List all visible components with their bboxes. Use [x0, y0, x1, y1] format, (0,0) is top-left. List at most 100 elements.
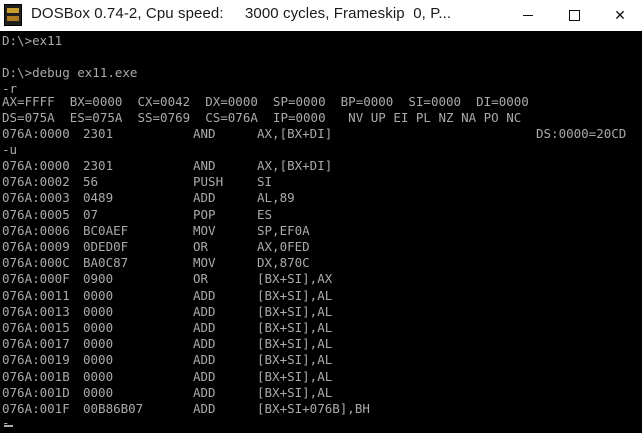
instr-bytes: BC0AEF [83, 222, 129, 238]
instr-address: 076A:0006 [2, 222, 70, 238]
instr-mnemonic: ADD [193, 336, 216, 352]
disasm-row: 076A:000C BA0C87 MOV DX,870C [2, 255, 638, 271]
title-bar: DOSBox 0.74-2, Cpu speed: 3000 cycles, F… [0, 0, 642, 32]
instr-mnemonic: MOV [193, 255, 216, 271]
instr-bytes: 00B86B07 [83, 401, 144, 416]
register-line: DS=075A ES=075A SS=0769 CS=076A IP=0000 … [2, 110, 522, 125]
instr-mnemonic: ADD [193, 190, 216, 206]
instr-mnemonic: MOV [193, 222, 216, 238]
instr-bytes: 0900 [83, 271, 114, 287]
instr-operands: AX,[BX+DI] [257, 126, 333, 141]
instr-bytes: 0000 [83, 352, 114, 368]
instr-address: 076A:0017 [2, 336, 70, 352]
final-prompt: - [2, 415, 10, 430]
instr-mnemonic: ADD [193, 368, 216, 384]
instr-mnemonic: ADD [193, 303, 216, 319]
instr-operands: [BX+SI],AL [257, 368, 333, 384]
instr-address: 076A:0013 [2, 303, 70, 319]
instr-operands: AL,89 [257, 190, 295, 206]
minimize-icon [523, 15, 533, 16]
instr-mnemonic: ADD [193, 352, 216, 368]
disasm-row: 076A:0006 BC0AEF MOV SP,EF0A [2, 223, 638, 239]
instr-bytes: 0000 [83, 287, 114, 303]
minimize-button[interactable] [506, 0, 550, 31]
instr-address: 076A:0015 [2, 320, 70, 335]
instr-address: 076A:000C [2, 255, 70, 271]
instr-operands: AX,0FED [257, 239, 310, 254]
instr-bytes: 0489 [83, 190, 114, 206]
instr-address: 076A:001D [2, 384, 70, 400]
instr-bytes: 0000 [83, 320, 114, 335]
instr-operands: [BX+SI+076B],BH [257, 401, 370, 416]
instr-operands: SI [257, 174, 273, 190]
close-icon: ✕ [614, 7, 626, 24]
instr-bytes: BA0C87 [83, 255, 129, 271]
close-button[interactable]: ✕ [598, 0, 642, 31]
console-line: -u [2, 142, 18, 157]
instr-operands: [BX+SI],AX [257, 271, 333, 287]
instr-bytes: 2301 [83, 126, 114, 141]
disasm-row: 076A:0005 07 POP ES [2, 207, 638, 223]
disasm-row: 076A:001F 00B86B07 ADD [BX+SI+076B],BH [2, 401, 638, 417]
instr-bytes: 0000 [83, 303, 114, 319]
text-cursor [4, 425, 13, 427]
instr-operands: [BX+SI],AL [257, 352, 333, 368]
disasm-row: 076A:001B 0000 ADD [BX+SI],AL [2, 369, 638, 385]
instr-bytes: 0000 [83, 384, 114, 400]
instr-operands: [BX+SI],AL [257, 320, 333, 335]
disasm-row: 076A:001D 0000 ADD [BX+SI],AL [2, 385, 638, 401]
disasm-row: 076A:0013 0000 ADD [BX+SI],AL [2, 304, 638, 320]
instr-mnemonic: AND [193, 126, 216, 141]
instr-bytes: 0DED0F [83, 239, 129, 254]
console-line: D:\>ex11 [2, 33, 63, 48]
instr-bytes: 07 [83, 206, 99, 222]
instr-address: 076A:001B [2, 368, 70, 384]
instr-operands: DX,870C [257, 255, 310, 271]
instr-mnemonic: OR [193, 239, 209, 254]
instr-address: 076A:0000 [2, 126, 70, 141]
instr-operands: [BX+SI],AL [257, 384, 333, 400]
maximize-button[interactable] [552, 0, 596, 31]
instr-operands: [BX+SI],AL [257, 303, 333, 319]
instr-operands: [BX+SI],AL [257, 336, 333, 352]
instr-mnemonic: ADD [193, 401, 216, 416]
instr-address: 076A:0000 [2, 158, 70, 173]
instr-mnemonic: ADD [193, 287, 216, 303]
instr-address: 076A:0019 [2, 352, 70, 368]
instr-address: 076A:0003 [2, 190, 70, 206]
instr-bytes: 0000 [83, 336, 114, 352]
icon-stripe-top [7, 8, 19, 13]
dosbox-icon[interactable] [4, 4, 22, 26]
disasm-row: 076A:0009 0DED0F OR AX,0FED [2, 239, 638, 255]
register-line: AX=FFFF BX=0000 CX=0042 DX=0000 SP=0000 … [2, 94, 529, 109]
disasm-row: 076A:0019 0000 ADD [BX+SI],AL [2, 352, 638, 368]
maximize-icon [568, 10, 580, 21]
instr-address: 076A:0002 [2, 174, 70, 190]
disasm-row: 076A:0011 0000 ADD [BX+SI],AL [2, 288, 638, 304]
memory-note: DS:0000=20CD [536, 126, 627, 141]
disasm-row: 076A:0000 2301 AND AX,[BX+DI] [2, 158, 638, 174]
instr-bytes: 2301 [83, 158, 114, 173]
disasm-row: 076A:0015 0000 ADD [BX+SI],AL [2, 320, 638, 336]
instr-mnemonic: PUSH [193, 174, 224, 190]
instr-operands: AX,[BX+DI] [257, 158, 333, 173]
disasm-row: 076A:000F 0900 OR [BX+SI],AX [2, 271, 638, 287]
instr-mnemonic: AND [193, 158, 216, 173]
window-title: DOSBox 0.74-2, Cpu speed: 3000 cycles, F… [31, 5, 452, 22]
instr-bytes: 56 [83, 174, 99, 190]
disasm-row: 076A:0017 0000 ADD [BX+SI],AL [2, 336, 638, 352]
instr-mnemonic: POP [193, 206, 216, 222]
instr-bytes: 0000 [83, 368, 114, 384]
instr-address: 076A:0009 [2, 239, 70, 254]
instr-address: 076A:0011 [2, 287, 70, 303]
instr-address: 076A:000F [2, 271, 70, 287]
current-instruction: 076A:0000 2301 AND AX,[BX+DI] DS:0000=20… [2, 126, 638, 142]
instr-operands: [BX+SI],AL [257, 287, 333, 303]
instr-operands: SP,EF0A [257, 222, 310, 238]
disasm-row: 076A:0002 56 PUSH SI [2, 174, 638, 190]
dos-console[interactable]: D:\>ex11 D:\>debug ex11.exe -r AX=FFFF B… [0, 31, 642, 433]
instr-address: 076A:001F [2, 401, 70, 416]
disasm-row: 076A:0003 0489 ADD AL,89 [2, 190, 638, 206]
console-line: D:\>debug ex11.exe [2, 65, 138, 80]
instr-operands: ES [257, 206, 273, 222]
